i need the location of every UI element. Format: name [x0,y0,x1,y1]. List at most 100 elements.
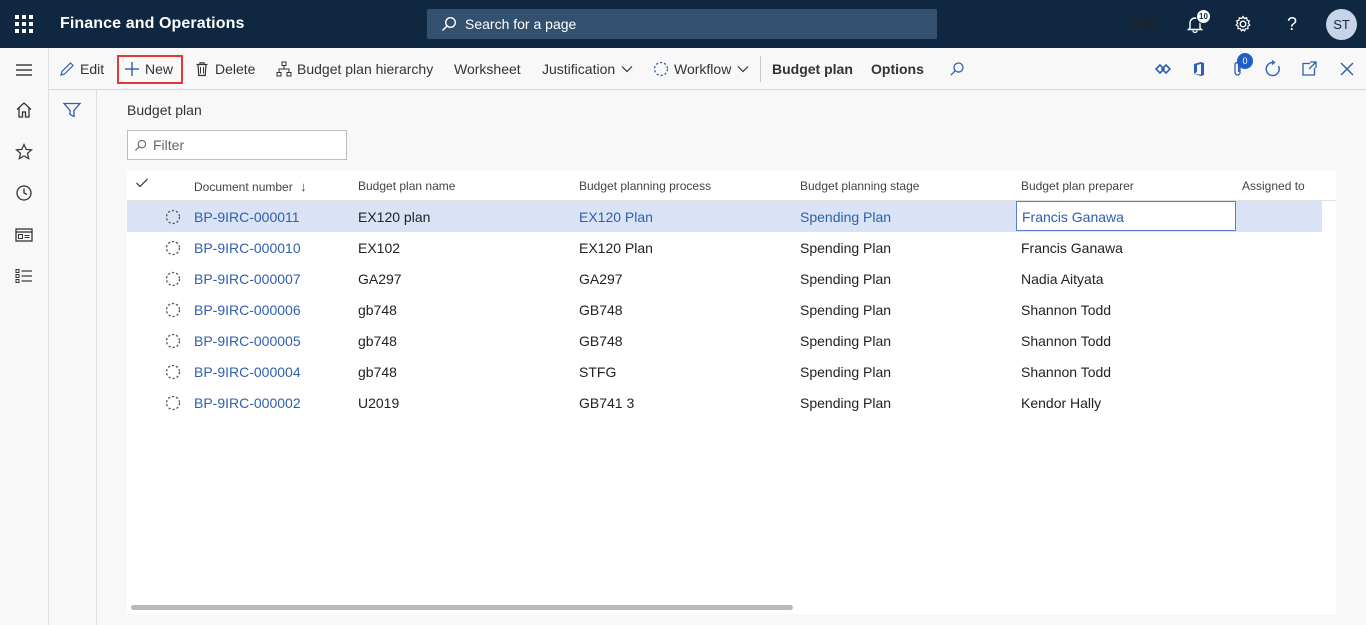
column-header-budget-plan-name[interactable]: Budget plan name [358,179,455,193]
budget-planning-process-cell: GB741 3 [579,395,635,411]
notifications-button[interactable]: 10 [1183,9,1211,36]
budget-planning-process-cell: GA297 [579,271,623,287]
document-number-link[interactable]: BP-9IRC-000007 [194,271,301,287]
document-number-link[interactable]: BP-9IRC-000010 [194,240,301,256]
workflow-spinner-icon [165,209,181,228]
attachments-button[interactable]: 0 [1227,53,1253,80]
nav-recent-button[interactable] [0,173,48,213]
close-button[interactable] [1336,58,1358,80]
table-row[interactable]: BP-9IRC-000006 gb748 GB748 Spending Plan Sha… [127,294,1322,325]
budget-plan-name-cell: EX120 plan [358,209,431,225]
document-number-link[interactable]: BP-9IRC-000004 [194,364,301,380]
column-header-budget-planning-process[interactable]: Budget planning process [579,179,711,193]
document-number-link[interactable]: BP-9IRC-000002 [194,395,301,411]
nav-modules-button[interactable] [0,256,48,296]
workflow-menu[interactable]: Workflow [653,48,754,90]
tab-budget-plan[interactable]: Budget plan [772,48,853,90]
open-new-window-button[interactable] [1298,58,1320,80]
budget-planning-process-cell: GB748 [579,302,623,318]
search-icon [950,62,964,76]
filter-pane-button[interactable] [62,102,82,121]
app-launcher-button[interactable] [0,0,48,48]
nav-expand-button[interactable] [0,50,48,90]
budget-plan-preparer-cell[interactable]: Francis Ganawa [1022,209,1124,225]
document-number-link[interactable]: BP-9IRC-000005 [194,333,301,349]
worksheet-button[interactable]: Worksheet [454,48,521,90]
action-search-button[interactable] [949,48,970,90]
budget-planning-process-cell: STFG [579,364,617,380]
left-navigation [0,48,49,625]
table-row[interactable]: BP-9IRC-000004 gb748 STFG Spending Plan Shan… [127,356,1322,387]
filter-pane-strip [49,90,97,625]
delete-label: Delete [215,61,256,77]
budget-plan-name-cell: gb748 [358,333,397,349]
help-button[interactable]: ? [1280,12,1304,36]
search-icon [442,16,457,31]
budget-planning-stage-cell: Spending Plan [800,333,892,349]
workflow-label: Workflow [674,61,732,77]
column-header-document-number[interactable]: Document number ↓ [194,179,307,194]
trash-icon [196,62,208,77]
document-number-link[interactable]: BP-9IRC-000006 [194,302,301,318]
horizontal-scrollbar[interactable] [131,605,793,610]
budget-plan-preparer-cell: Shannon Todd [1021,364,1112,380]
budget-planning-stage-cell: Spending Plan [800,209,892,225]
refresh-button[interactable] [1262,58,1284,80]
user-avatar[interactable]: ST [1326,9,1357,40]
hierarchy-label: Budget plan hierarchy [297,61,434,77]
grid-header: Document number ↓ Budget plan name Budge… [127,171,1336,201]
edit-button[interactable]: Edit [59,48,104,90]
home-icon [16,102,32,118]
settings-button[interactable] [1231,12,1255,36]
workflow-spinner-icon [165,271,181,290]
nav-home-button[interactable] [0,90,48,130]
page-search-box[interactable]: Search for a page [427,9,937,39]
column-header-budget-planning-stage[interactable]: Budget planning stage [800,179,919,193]
refresh-icon [1265,60,1280,77]
popout-icon [1302,61,1317,76]
nav-favorites-button[interactable] [0,132,48,172]
search-icon [134,139,147,151]
pencil-icon [60,62,74,76]
nav-workspaces-button[interactable] [0,215,48,255]
workflow-spinner-icon [165,364,181,383]
justification-label: Justification [542,61,616,77]
workspace-icon [15,228,33,242]
budget-plan-grid: Document number ↓ Budget plan name Budge… [127,171,1336,614]
company-selector[interactable]: 9IRC [1131,16,1163,32]
table-row[interactable]: BP-9IRC-000002 U2019 GB741 3 Spending Plan K… [127,387,1322,418]
worksheet-label: Worksheet [454,61,521,77]
sort-descending-icon: ↓ [300,179,307,194]
budget-plan-preparer-cell: Shannon Todd [1021,333,1112,349]
app-title[interactable]: Finance and Operations [60,15,244,33]
page-title: Budget plan [127,102,202,118]
table-row[interactable]: BP-9IRC-000007 GA297 GA297 Spending Plan Nad… [127,263,1322,294]
delete-button[interactable]: Delete [194,48,255,90]
gear-icon [1235,15,1251,32]
power-apps-button[interactable] [1152,58,1174,80]
column-header-budget-plan-preparer[interactable]: Budget plan preparer [1021,179,1134,193]
filter-input[interactable]: Filter [127,130,347,160]
help-icon: ? [1286,13,1297,34]
chevron-down-icon [737,66,749,73]
justification-menu[interactable]: Justification [542,48,638,90]
budget-planning-stage-cell: Spending Plan [800,271,892,287]
workflow-spinner-icon [165,395,181,414]
document-number-link[interactable]: BP-9IRC-000011 [194,209,300,225]
budget-plan-preparer-cell: Shannon Todd [1021,302,1112,318]
tab-options[interactable]: Options [871,48,924,90]
table-row[interactable]: BP-9IRC-000010 EX102 EX120 Plan Spending Pl… [127,232,1322,263]
attachments-count-badge: 0 [1237,53,1253,69]
select-all-checkbox[interactable] [135,177,149,192]
budget-plan-hierarchy-button[interactable]: Budget plan hierarchy [276,48,433,90]
column-header-assigned-to[interactable]: Assigned to [1242,179,1305,193]
filter-placeholder: Filter [153,137,185,153]
budget-planning-stage-cell: Spending Plan [800,302,892,318]
budget-planning-stage-cell: Spending Plan [800,364,892,380]
budget-planning-stage-cell: Spending Plan [800,395,892,411]
table-row[interactable]: BP-9IRC-000011 EX120 plan EX120 Plan Spendi… [127,201,1322,232]
table-row[interactable]: BP-9IRC-000005 gb748 GB748 Spending Plan Sha… [127,325,1322,356]
office-button[interactable] [1188,58,1210,80]
hamburger-icon [16,64,32,76]
workflow-spinner-icon [165,302,181,321]
